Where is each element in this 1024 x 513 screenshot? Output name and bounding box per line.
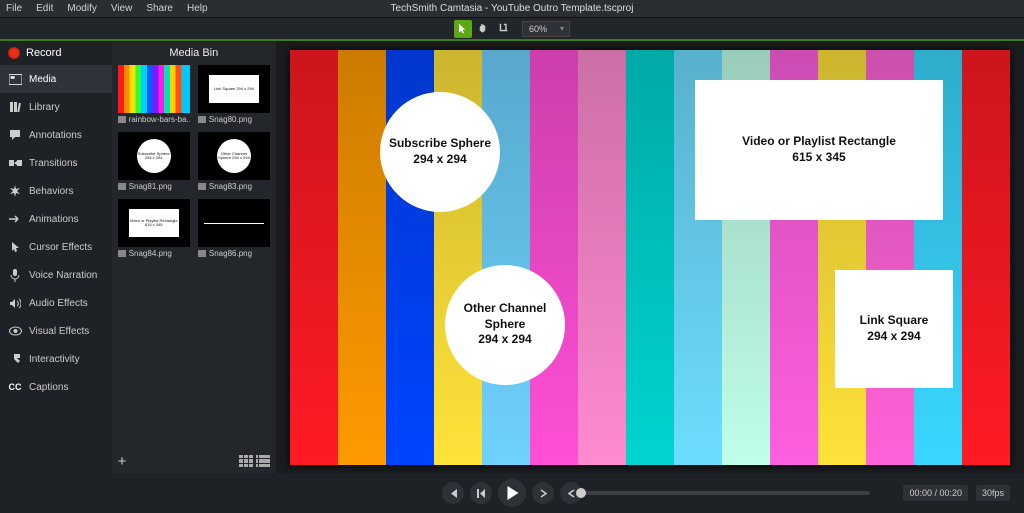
media-bin-panel: Media Bin rainbow-bars-ba... Link Square… xyxy=(112,41,276,473)
tab-media[interactable]: Media xyxy=(0,65,112,93)
subscribe-sphere-placeholder[interactable]: Subscribe Sphere 294 x 294 xyxy=(380,92,500,212)
tab-annotations[interactable]: Annotations xyxy=(0,121,112,149)
tool-tabs: Media Library Annotations Transitions Be… xyxy=(0,65,112,401)
image-file-icon xyxy=(198,116,206,123)
media-item[interactable]: Video or Playlist Rectangle 615 x 345Sna… xyxy=(116,199,192,262)
tab-captions[interactable]: CCCaptions xyxy=(0,373,112,401)
record-button[interactable]: Record xyxy=(0,41,112,65)
annotations-icon xyxy=(8,128,22,142)
image-file-icon xyxy=(118,183,126,190)
step-back-button[interactable] xyxy=(470,482,492,504)
preview-canvas[interactable]: Subscribe Sphere 294 x 294 Other Channel… xyxy=(290,50,1010,465)
transitions-icon xyxy=(8,156,22,170)
tab-interactivity[interactable]: Interactivity xyxy=(0,345,112,373)
tab-transitions[interactable]: Transitions xyxy=(0,149,112,177)
media-bin-grid: rainbow-bars-ba... Link Square 294 x 294… xyxy=(112,65,276,262)
record-label: Record xyxy=(26,47,61,59)
tab-audio-effects[interactable]: Audio Effects xyxy=(0,289,112,317)
menu-view[interactable]: View xyxy=(111,3,133,14)
video-playlist-rectangle-placeholder[interactable]: Video or Playlist Rectangle 615 x 345 xyxy=(695,80,943,220)
tab-behaviors[interactable]: Behaviors xyxy=(0,177,112,205)
tool-crop[interactable] xyxy=(494,20,512,38)
other-channel-sphere-placeholder[interactable]: Other Channel Sphere 294 x 294 xyxy=(445,265,565,385)
animations-icon xyxy=(8,212,22,226)
menu-file[interactable]: File xyxy=(6,3,22,14)
media-item[interactable]: Link Square 294 x 294Snag80.png xyxy=(196,65,272,128)
canvas-toolbar: 60% xyxy=(0,18,1024,40)
image-file-icon xyxy=(118,116,126,123)
window-title: TechSmith Camtasia - YouTube Outro Templ… xyxy=(391,3,634,14)
tool-pan[interactable] xyxy=(474,20,492,38)
menu-help[interactable]: Help xyxy=(187,3,208,14)
scrubber[interactable] xyxy=(580,491,870,495)
behaviors-icon xyxy=(8,184,22,198)
play-button[interactable] xyxy=(498,479,526,507)
media-bin-title: Media Bin xyxy=(112,41,276,65)
cursor-effects-icon xyxy=(8,240,22,254)
library-icon xyxy=(8,100,22,114)
left-sidebar: Record Media Library Annotations Transit… xyxy=(0,41,112,473)
media-item[interactable]: Snag86.png xyxy=(196,199,272,262)
tab-animations[interactable]: Animations xyxy=(0,205,112,233)
tab-library[interactable]: Library xyxy=(0,93,112,121)
media-item[interactable]: Other Channel Sphere 294 x 294Snag83.png xyxy=(196,132,272,195)
canvas-area: Subscribe Sphere 294 x 294 Other Channel… xyxy=(276,41,1024,473)
media-bin-footer: + xyxy=(112,449,276,473)
visual-effects-icon xyxy=(8,324,22,338)
captions-icon: CC xyxy=(8,380,22,394)
time-display: 00:00 / 00:20 xyxy=(903,485,968,501)
link-square-placeholder[interactable]: Link Square 294 x 294 xyxy=(835,270,953,388)
playhead[interactable] xyxy=(576,488,586,498)
media-item[interactable]: rainbow-bars-ba... xyxy=(116,65,192,128)
view-toggle xyxy=(239,455,270,467)
interactivity-icon xyxy=(8,352,22,366)
list-view-button[interactable] xyxy=(256,455,270,467)
fps-display[interactable]: 30fps xyxy=(976,485,1010,501)
menu-bar: File Edit Modify View Share Help TechSmi… xyxy=(0,0,1024,18)
menu-edit[interactable]: Edit xyxy=(36,3,53,14)
voice-narration-icon xyxy=(8,268,22,282)
playback-bar: 00:00 / 00:20 30fps xyxy=(0,473,1024,513)
image-file-icon xyxy=(198,250,206,257)
add-media-button[interactable]: + xyxy=(118,453,127,470)
grid-view-button[interactable] xyxy=(239,455,253,467)
image-file-icon xyxy=(118,250,126,257)
record-icon xyxy=(8,47,20,59)
menu-share[interactable]: Share xyxy=(146,3,173,14)
tool-select[interactable] xyxy=(454,20,472,38)
audio-effects-icon xyxy=(8,296,22,310)
main-area: Record Media Library Annotations Transit… xyxy=(0,40,1024,473)
tab-cursor-effects[interactable]: Cursor Effects xyxy=(0,233,112,261)
media-item[interactable]: Subscribe Sphere 294 x 294Snag81.png xyxy=(116,132,192,195)
menu-modify[interactable]: Modify xyxy=(67,3,96,14)
transport-controls xyxy=(442,479,582,507)
step-forward-button[interactable] xyxy=(532,482,554,504)
tab-visual-effects[interactable]: Visual Effects xyxy=(0,317,112,345)
image-file-icon xyxy=(198,183,206,190)
media-icon xyxy=(8,72,22,86)
prev-frame-button[interactable] xyxy=(442,482,464,504)
tab-voice-narration[interactable]: Voice Narration xyxy=(0,261,112,289)
zoom-dropdown[interactable]: 60% xyxy=(522,21,570,37)
